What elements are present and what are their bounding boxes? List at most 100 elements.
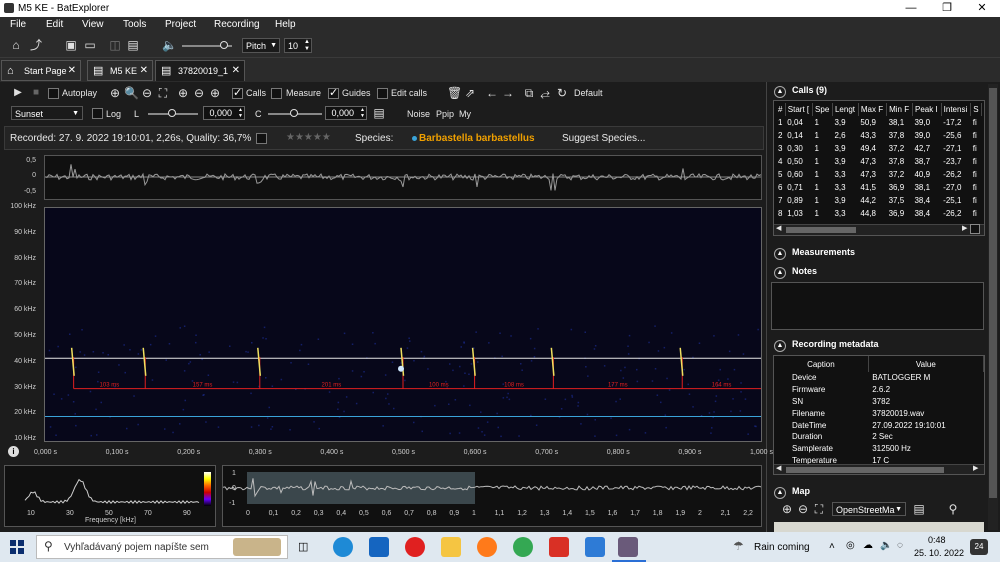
my-button[interactable]: My <box>459 109 471 119</box>
copy-view-icon[interactable]: ⧉ <box>522 86 536 100</box>
close-icon[interactable]: ✕ <box>232 61 240 81</box>
c-slider-thumb[interactable] <box>290 109 298 117</box>
chrome-icon[interactable] <box>513 537 533 557</box>
ppip-button[interactable]: Ppip <box>436 109 454 119</box>
fork-icon[interactable]: ⥄ <box>538 86 552 100</box>
minimize-button[interactable]: — <box>893 0 929 17</box>
calls-hscrollbar[interactable]: ◀ ▶ <box>774 224 984 235</box>
volume-icon[interactable]: 🔈 <box>162 38 177 52</box>
pitch-value-input[interactable]: 10 ▲ ▼ <box>284 38 312 53</box>
network-icon[interactable]: ◎ <box>846 540 855 551</box>
guides-checkbox[interactable] <box>328 86 339 99</box>
scroll-right-icon[interactable]: ▶ <box>973 464 978 472</box>
notes-section-header[interactable]: ▲ Notes <box>774 266 817 279</box>
menu-project[interactable]: Project <box>165 19 196 30</box>
save-icon[interactable]: ▣ <box>64 38 78 52</box>
scroll-left-icon[interactable]: ◀ <box>776 224 781 232</box>
scroll-right-icon[interactable]: ▶ <box>962 224 967 232</box>
collapse-icon[interactable]: ▲ <box>774 487 786 499</box>
menu-tools[interactable]: Tools <box>123 19 146 30</box>
calls-checkbox[interactable] <box>232 86 243 99</box>
menu-view[interactable]: View <box>82 19 104 30</box>
column-header[interactable]: Start [ <box>785 103 814 116</box>
waveform-panel[interactable] <box>44 155 762 200</box>
column-header[interactable]: Lengt <box>832 103 859 116</box>
zoom-in-time-icon[interactable]: 🔍 <box>124 86 139 100</box>
anydesk-icon[interactable] <box>549 537 569 557</box>
zoom-freq-out-icon[interactable]: ⊖ <box>192 86 206 100</box>
measure-checkbox[interactable] <box>271 88 282 99</box>
edit-calls-checkbox[interactable] <box>377 88 388 99</box>
export-call-icon[interactable]: ⇗ <box>463 86 477 100</box>
map-provider-dropdown[interactable]: OpenStreetMa ▼ <box>832 502 906 516</box>
firefox-icon[interactable] <box>477 537 497 557</box>
file-explorer-icon[interactable] <box>441 537 461 557</box>
maximize-button[interactable]: ❐ <box>929 0 965 17</box>
clock-time[interactable]: 0:48 <box>928 535 946 545</box>
menu-help[interactable]: Help <box>275 19 296 30</box>
activity-icon[interactable]: ⤴ <box>29 38 43 52</box>
column-header[interactable]: Intensi <box>941 103 972 116</box>
zoom-fit-icon[interactable]: ⛶ <box>156 86 170 100</box>
autoplay-checkbox[interactable] <box>48 88 59 99</box>
column-header[interactable]: Max F <box>858 103 888 116</box>
table-row[interactable]: 7 0,89 1 3,9 44,2 37,5 38,4 -25,1 fi <box>776 194 982 207</box>
zoom-freq-in-icon[interactable]: ⊕ <box>176 86 190 100</box>
table-row[interactable]: 8 1,03 1 3,3 44,8 36,9 38,4 -26,2 fi <box>776 207 982 220</box>
delete-icon[interactable]: 🗑 <box>447 86 462 100</box>
table-row[interactable]: 6 0,71 1 3,3 41,5 36,9 38,1 -27,0 fi <box>776 181 982 194</box>
table-row[interactable]: 3 0,30 1 3,9 49,4 37,2 42,7 -27,1 fi <box>776 142 982 155</box>
mail-icon[interactable] <box>369 537 389 557</box>
species-value[interactable]: Barbastella barbastellus <box>419 133 535 144</box>
notes-textarea[interactable] <box>771 282 984 330</box>
collapse-icon[interactable]: ▲ <box>774 248 786 260</box>
arrow-right-icon[interactable]: → <box>501 86 515 100</box>
weather-icon[interactable]: ☂ <box>733 539 744 553</box>
collapse-icon[interactable]: ▲ <box>774 267 786 279</box>
suggest-species-button[interactable]: Suggest Species... <box>562 133 645 144</box>
tab-project[interactable]: ▤ M5 KE ✕ <box>87 60 153 81</box>
close-icon[interactable]: ✕ <box>140 61 148 81</box>
clock-date[interactable]: 25. 10. 2022 <box>914 548 964 558</box>
map-export-icon[interactable]: ▤ <box>912 502 926 516</box>
scroll-thumb[interactable] <box>989 88 997 498</box>
arrow-left-icon[interactable]: ← <box>485 86 499 100</box>
batexplorer-taskbar-icon[interactable] <box>618 537 638 557</box>
map-view[interactable] <box>774 522 984 532</box>
column-header[interactable]: # <box>776 103 786 116</box>
volume-slider-thumb[interactable] <box>220 41 228 49</box>
folder-icon[interactable]: ▭ <box>83 38 97 52</box>
weather-text[interactable]: Rain coming <box>754 542 810 553</box>
taskbar-search-box[interactable]: ⚲ Vyhľadávaný pojem napíšte sem <box>36 535 288 559</box>
zoom-out-icon[interactable]: ⊖ <box>140 86 154 100</box>
c-value-input[interactable]: 0,000 ▲ ▼ <box>325 106 367 120</box>
menu-file[interactable]: File <box>10 19 26 30</box>
scroll-thumb[interactable] <box>786 227 856 233</box>
tab-recording[interactable]: ▤ 37820019_1 ✕ <box>155 60 245 81</box>
column-header[interactable]: Min F <box>886 103 913 116</box>
edge-icon[interactable] <box>333 537 353 557</box>
collapse-icon[interactable]: ▲ <box>774 86 786 98</box>
export-icon[interactable]: ▤ <box>126 38 140 52</box>
menu-recording[interactable]: Recording <box>214 19 260 30</box>
speaker-icon[interactable]: 🔈 <box>880 540 892 551</box>
map-section-header[interactable]: ▲ Map <box>774 486 810 499</box>
wifi-icon[interactable]: ◌ <box>897 540 903 551</box>
collapse-icon[interactable]: ▲ <box>774 340 786 352</box>
default-label[interactable]: Default <box>574 88 603 98</box>
measurements-section-header[interactable]: ▲ Measurements <box>774 247 855 260</box>
zoom-in-icon[interactable]: ⊕ <box>108 86 122 100</box>
copy-icon[interactable]: ◫ <box>108 38 122 52</box>
save-settings-icon[interactable]: ▤ <box>372 106 386 120</box>
table-row[interactable]: 1 0,04 1 3,9 50,9 38,1 39,0 -17,2 fi <box>776 116 982 129</box>
tab-start-page[interactable]: ⌂ Start Page ✕ <box>1 60 81 81</box>
overview-panel[interactable] <box>222 465 762 527</box>
table-row[interactable]: 5 0,60 1 3,3 47,3 37,2 40,9 -26,2 fi <box>776 168 982 181</box>
close-icon[interactable]: ✕ <box>68 61 76 81</box>
fit-icon[interactable]: ⛶ <box>812 502 826 516</box>
column-header[interactable]: Caption <box>774 356 869 372</box>
stop-icon[interactable]: ■ <box>30 86 42 100</box>
home-icon[interactable]: ⌂ <box>9 38 23 52</box>
play-icon[interactable]: ▶ <box>12 86 24 100</box>
l-slider-thumb[interactable] <box>168 109 176 117</box>
